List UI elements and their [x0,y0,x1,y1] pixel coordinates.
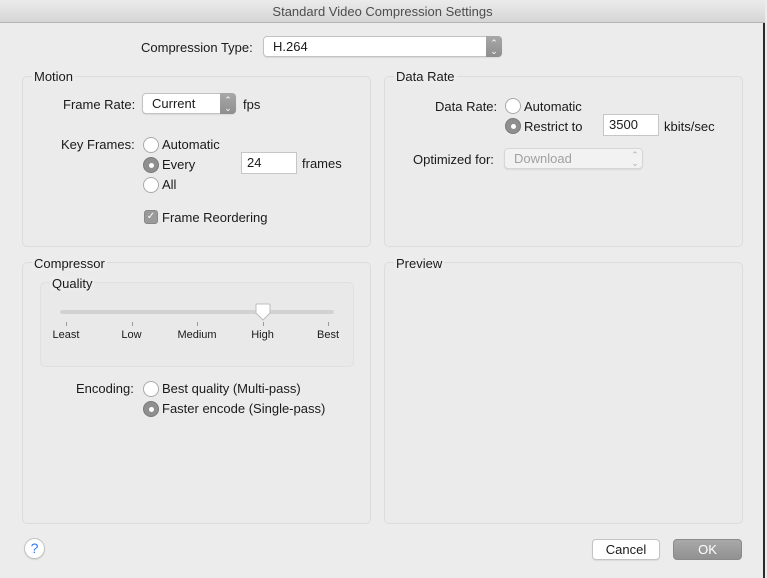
preview-group [384,262,743,524]
key-frames-automatic-radio[interactable] [143,137,159,153]
quality-tick-high [262,322,264,326]
data-rate-restrict-radio[interactable] [505,118,521,134]
data-rate-group-title: Data Rate [394,69,457,84]
quality-tick-label-high: High [251,329,274,341]
compression-type-popup[interactable]: H.264 ⌃ ⌄ [263,36,502,57]
key-frames-automatic-label: Automatic [162,137,220,152]
frame-rate-popup[interactable]: Current ⌃ ⌄ [142,93,236,114]
quality-tick-best [328,322,329,326]
compressor-group-title: Compressor [32,256,107,271]
optimized-for-value: Download [514,151,572,166]
quality-tick-least [66,322,67,326]
optimized-for-label: Optimized for: [413,152,494,167]
data-rate-automatic-label: Automatic [524,99,582,114]
key-frames-all-radio[interactable] [143,177,159,193]
data-rate-automatic-radio[interactable] [505,98,521,114]
quality-slider-thumb[interactable] [255,303,271,321]
encoding-singlepass-label: Faster encode (Single-pass) [162,401,326,416]
frame-rate-value: Current [152,96,196,111]
key-frames-every-label: Every [162,157,196,172]
checkmark-icon: ✓ [146,211,156,222]
motion-group-title: Motion [32,69,76,84]
data-rate-restrict-label: Restrict to [524,119,583,134]
popup-arrows-icon: ⌃ ⌄ [486,36,502,57]
quality-group-title: Quality [50,276,95,291]
popup-arrows-icon: ⌃ ⌄ [220,93,236,114]
help-button[interactable]: ? [24,538,45,559]
frame-rate-label: Frame Rate: [63,97,136,112]
quality-tick-label-least: Least [52,329,80,341]
key-frames-every-input[interactable]: 24 [241,152,297,174]
ok-button[interactable]: OK [673,539,742,560]
data-rate-label: Data Rate: [435,99,498,114]
encoding-singlepass-radio[interactable] [143,401,159,417]
cancel-button[interactable]: Cancel [592,539,660,560]
frames-unit-label: frames [302,156,342,171]
frame-reordering-label: Frame Reordering [162,210,268,225]
compression-type-label: Compression Type: [141,40,253,55]
quality-tick-medium [197,322,198,326]
encoding-multipass-label: Best quality (Multi-pass) [162,381,301,396]
compression-type-value: H.264 [273,39,308,54]
fps-unit-label: fps [243,97,261,112]
key-frames-label: Key Frames: [61,137,135,152]
encoding-multipass-radio[interactable] [143,381,159,397]
popup-arrows-icon: ⌃ ⌄ [631,150,639,168]
optimized-for-popup[interactable]: Download ⌃ ⌄ [504,148,643,169]
quality-tick-label-medium: Medium [177,329,217,341]
question-mark-icon: ? [30,540,39,556]
window-title: Standard Video Compression Settings [0,0,765,23]
quality-tick-low [131,322,133,326]
quality-tick-label-best: Best [316,329,340,341]
kbits-unit-label: kbits/sec [664,119,715,134]
preview-group-title: Preview [394,256,445,271]
key-frames-all-label: All [162,177,177,192]
quality-tick-label-low: Low [121,329,142,341]
data-rate-restrict-input[interactable]: 3500 [603,114,659,136]
key-frames-every-radio[interactable] [143,157,159,173]
compression-settings-dialog: Standard Video Compression Settings Comp… [0,0,765,578]
frame-reordering-checkbox[interactable]: ✓ [144,210,158,224]
quality-slider-track[interactable] [60,310,334,314]
encoding-label: Encoding: [76,381,134,396]
